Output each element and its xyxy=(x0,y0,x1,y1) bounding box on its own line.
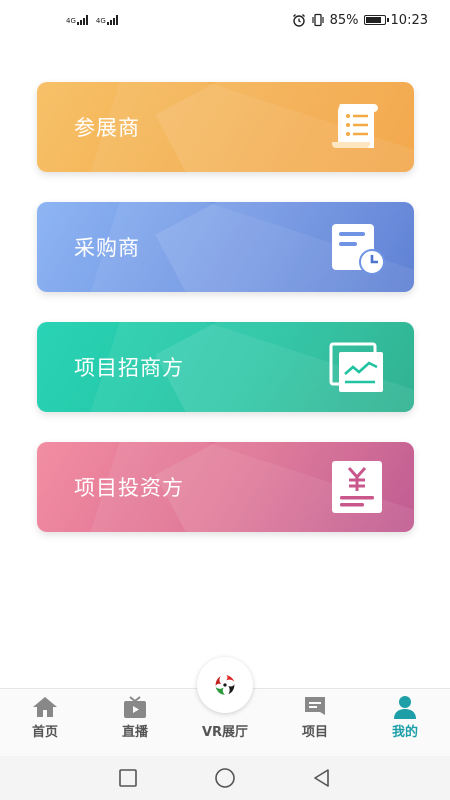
message-icon xyxy=(305,697,325,715)
card-label: 项目招商方 xyxy=(74,356,184,380)
status-right: 85% 10:23 xyxy=(292,13,428,28)
card-project-investor[interactable]: 项目投资方 xyxy=(37,442,414,532)
battery-percent: 85% xyxy=(329,12,359,28)
square-recents-icon[interactable] xyxy=(118,768,138,788)
tab-label: VR展厅 xyxy=(201,725,249,740)
chart-window-icon xyxy=(329,342,383,392)
signal-type: 4G xyxy=(95,17,106,25)
tab-label: 我的 xyxy=(391,725,418,740)
tab-live[interactable]: 直播 xyxy=(100,695,170,740)
bottom-tab-bar: 首页 直播 VR展厅 项目 我的 xyxy=(0,657,450,756)
role-card-list: 参展商 采购商 项目招商方 项目投资方 xyxy=(37,82,414,562)
card-label: 采购商 xyxy=(74,236,140,260)
card-label: 参展商 xyxy=(74,116,140,140)
user-icon xyxy=(394,696,416,719)
circle-home-icon[interactable] xyxy=(214,767,236,789)
signal-type: 4G xyxy=(66,17,76,25)
clock: 10:23 xyxy=(390,12,428,28)
document-clock-icon xyxy=(332,224,385,275)
signal-icon: 4G xyxy=(96,15,118,25)
card-exhibitor[interactable]: 参展商 xyxy=(37,82,414,172)
tab-label: 直播 xyxy=(121,725,148,740)
alarm-icon xyxy=(292,14,305,27)
tv-icon xyxy=(124,696,146,718)
tab-label: 项目 xyxy=(301,725,328,740)
vibrate-icon xyxy=(312,13,324,27)
card-project-promoter[interactable]: 项目招商方 xyxy=(37,322,414,412)
vr-logo-icon xyxy=(197,657,253,713)
card-label: 项目投资方 xyxy=(74,476,184,500)
signal-group: 4G 4G xyxy=(66,15,118,25)
battery-icon xyxy=(363,15,389,25)
scroll-list-icon xyxy=(331,104,378,148)
signal-icon: 4G xyxy=(66,15,88,25)
status-bar: 4G 4G 85% 10:23 xyxy=(0,0,450,40)
tab-vr-hall[interactable]: VR展厅 xyxy=(190,657,260,740)
tab-label: 首页 xyxy=(31,725,58,740)
yen-document-icon xyxy=(332,461,382,513)
card-buyer[interactable]: 采购商 xyxy=(37,202,414,292)
home-icon xyxy=(33,697,57,717)
tab-home[interactable]: 首页 xyxy=(10,695,80,740)
system-nav-bar xyxy=(0,756,450,800)
triangle-back-icon[interactable] xyxy=(312,768,332,788)
tab-projects[interactable]: 项目 xyxy=(280,695,350,740)
tab-mine[interactable]: 我的 xyxy=(370,695,440,740)
